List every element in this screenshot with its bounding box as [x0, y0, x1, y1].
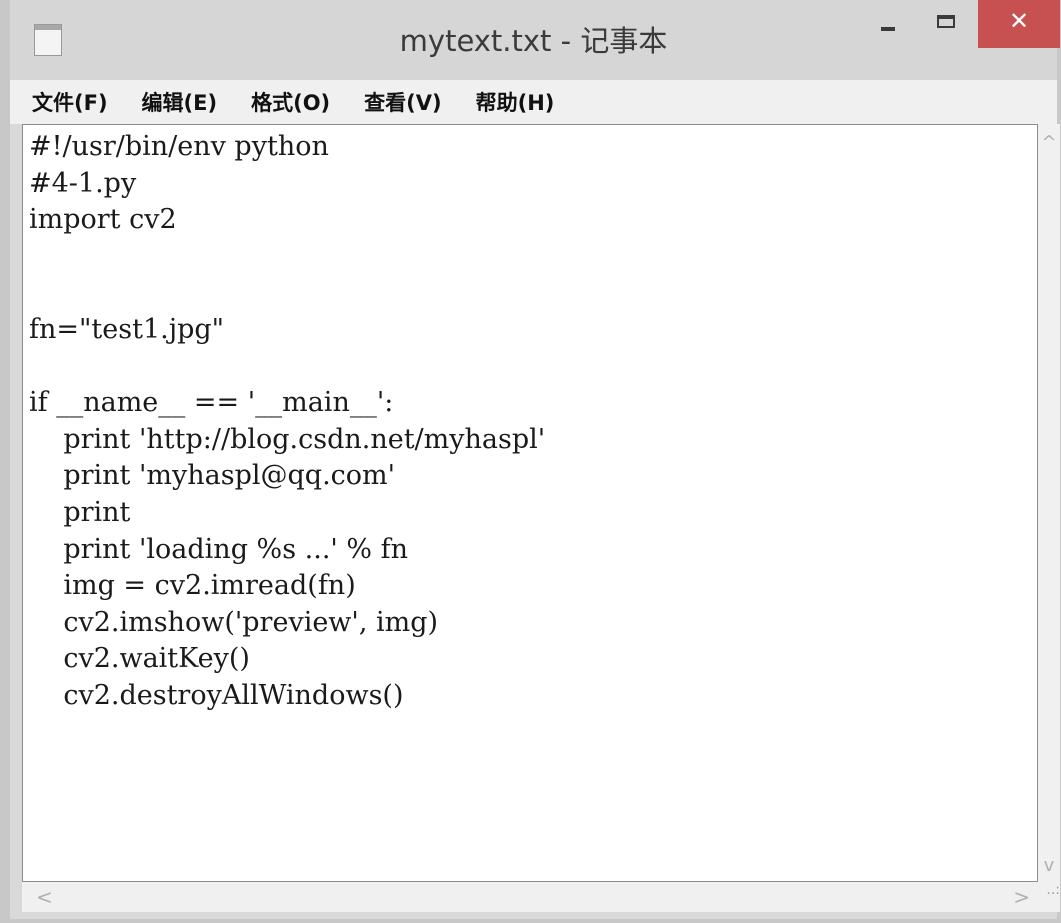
scroll-right-icon[interactable]: >	[1013, 885, 1030, 909]
scroll-left-icon[interactable]: <	[36, 885, 53, 909]
menu-edit[interactable]: 编辑(E)	[142, 87, 218, 117]
editor-text[interactable]: #!/usr/bin/env python #4-1.py import cv2…	[23, 125, 1037, 715]
title-bar[interactable]: mytext.txt - 记事本 ✕	[10, 0, 1060, 80]
notepad-window: mytext.txt - 记事本 ✕ 文件(F) 编辑(E) 格式(O) 查看(…	[0, 0, 1061, 923]
text-editor-area[interactable]: #!/usr/bin/env python #4-1.py import cv2…	[22, 124, 1038, 882]
minimize-button[interactable]	[862, 0, 914, 48]
menu-format[interactable]: 格式(O)	[251, 87, 330, 117]
vertical-scrollbar[interactable]: ^ v	[1038, 124, 1060, 882]
maximize-icon	[937, 14, 955, 28]
maximize-button[interactable]	[920, 0, 972, 48]
menu-bar: 文件(F) 编辑(E) 格式(O) 查看(V) 帮助(H)	[10, 80, 1057, 124]
close-icon: ✕	[1008, 7, 1030, 35]
menu-file[interactable]: 文件(F)	[32, 87, 108, 117]
horizontal-scrollbar[interactable]: < >	[22, 882, 1038, 912]
resize-grip-icon[interactable]: ..:	[1038, 882, 1060, 912]
scroll-up-icon[interactable]: ^	[1038, 132, 1060, 153]
minimize-icon	[881, 27, 895, 31]
scroll-down-icon[interactable]: v	[1038, 855, 1060, 876]
menu-help[interactable]: 帮助(H)	[476, 87, 555, 117]
close-button[interactable]: ✕	[978, 0, 1060, 48]
menu-view[interactable]: 查看(V)	[364, 87, 441, 117]
